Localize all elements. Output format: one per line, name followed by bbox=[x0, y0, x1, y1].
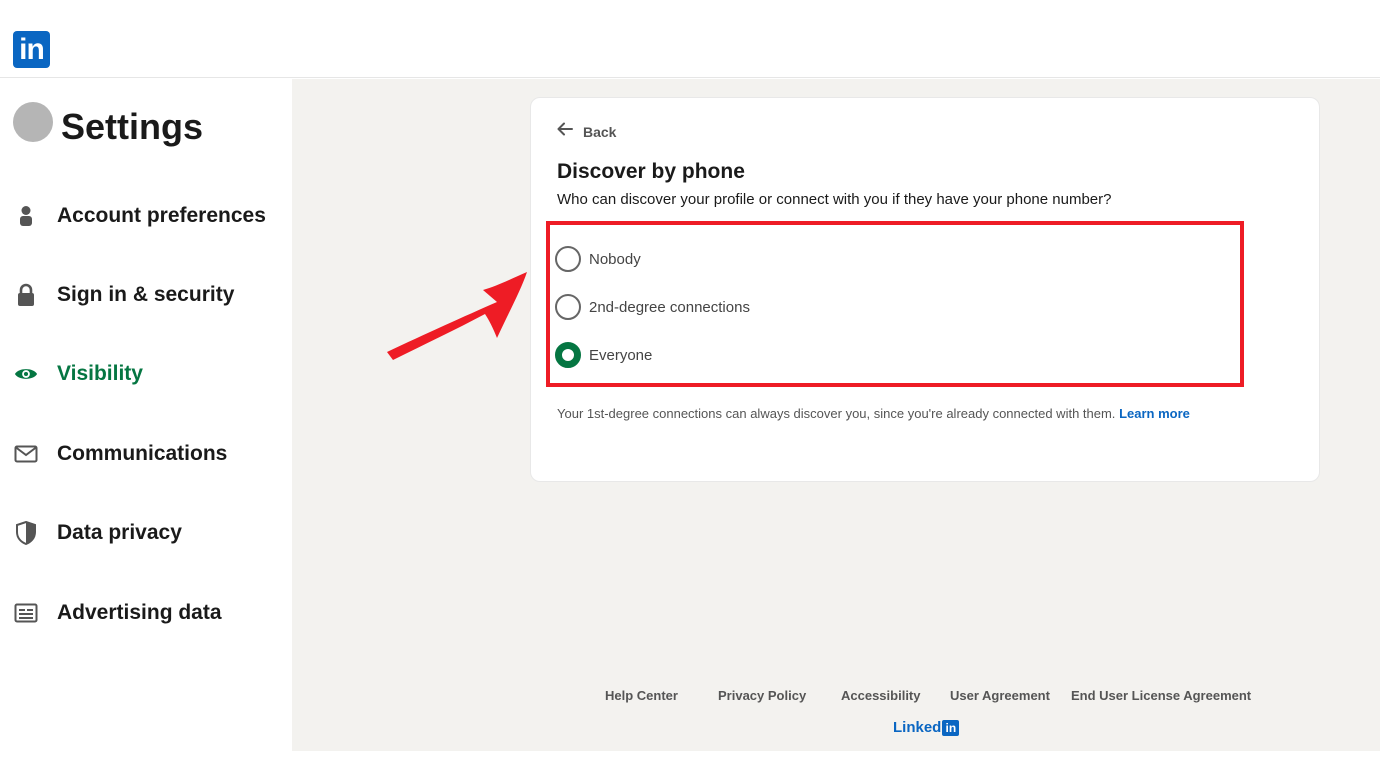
lock-icon bbox=[14, 283, 38, 307]
settings-sidebar: Settings Account preferences Sign in & s… bbox=[0, 79, 292, 751]
settings-card: Back Discover by phone Who can discover … bbox=[530, 97, 1320, 482]
sidebar-item-data-privacy[interactable]: Data privacy bbox=[0, 509, 292, 557]
sidebar-item-label: Data privacy bbox=[57, 521, 182, 544]
bottom-edge bbox=[0, 751, 1380, 776]
footer-link-user-agreement[interactable]: User Agreement bbox=[950, 688, 1050, 703]
radio-option-everyone[interactable]: Everyone bbox=[555, 341, 652, 369]
eye-icon bbox=[14, 362, 38, 386]
shield-icon bbox=[14, 521, 38, 545]
sidebar-item-visibility[interactable]: Visibility bbox=[0, 350, 292, 398]
envelope-icon bbox=[14, 442, 38, 466]
section-title: Discover by phone bbox=[557, 160, 745, 183]
radio-button-selected[interactable] bbox=[555, 342, 581, 368]
radio-button[interactable] bbox=[555, 294, 581, 320]
sidebar-item-label: Communications bbox=[57, 442, 228, 465]
footer-link-eula[interactable]: End User License Agreement bbox=[1071, 688, 1251, 703]
person-icon bbox=[14, 204, 38, 228]
top-bar: in bbox=[0, 0, 1380, 78]
footer-link-privacy-policy[interactable]: Privacy Policy bbox=[718, 688, 806, 703]
footer-logo-box: in bbox=[942, 719, 960, 736]
footer-links: Help Center Privacy Policy Accessibility… bbox=[0, 688, 1380, 708]
footer-link-accessibility[interactable]: Accessibility bbox=[841, 688, 921, 703]
sidebar-item-label: Advertising data bbox=[57, 601, 222, 624]
footer-logo-word: Linked bbox=[893, 719, 942, 736]
annotation-arrow-icon bbox=[387, 272, 527, 360]
sidebar-item-communications[interactable]: Communications bbox=[0, 430, 292, 478]
radio-button[interactable] bbox=[555, 246, 581, 272]
page-title: Settings bbox=[61, 106, 204, 147]
footer-link-help-center[interactable]: Help Center bbox=[605, 688, 678, 703]
sidebar-item-label: Sign in & security bbox=[57, 283, 235, 306]
sidebar-item-advertising-data[interactable]: Advertising data bbox=[0, 589, 292, 637]
back-label: Back bbox=[583, 123, 617, 140]
info-note: Your 1st-degree connections can always d… bbox=[557, 406, 1190, 421]
newspaper-icon bbox=[14, 601, 38, 625]
sidebar-item-label: Visibility bbox=[57, 362, 143, 385]
radio-option-nobody[interactable]: Nobody bbox=[555, 245, 641, 273]
radio-label: Nobody bbox=[589, 250, 641, 268]
sidebar-item-sign-in-security[interactable]: Sign in & security bbox=[0, 271, 292, 319]
main-content: Back Discover by phone Who can discover … bbox=[292, 79, 1380, 751]
avatar[interactable] bbox=[13, 102, 53, 142]
learn-more-link[interactable]: Learn more bbox=[1119, 406, 1190, 421]
sidebar-item-label: Account preferences bbox=[57, 204, 266, 227]
arrow-left-icon bbox=[557, 122, 573, 141]
linkedin-logo[interactable]: in bbox=[13, 31, 50, 68]
footer-linkedin-logo[interactable]: Linked in bbox=[893, 719, 960, 736]
info-note-text: Your 1st-degree connections can always d… bbox=[557, 406, 1116, 421]
back-button[interactable]: Back bbox=[557, 122, 616, 141]
sidebar-item-account-preferences[interactable]: Account preferences bbox=[0, 192, 292, 240]
radio-option-2nd-degree[interactable]: 2nd-degree connections bbox=[555, 293, 750, 321]
section-description: Who can discover your profile or connect… bbox=[557, 191, 1112, 208]
radio-label: 2nd-degree connections bbox=[589, 298, 750, 316]
radio-label: Everyone bbox=[589, 346, 653, 364]
